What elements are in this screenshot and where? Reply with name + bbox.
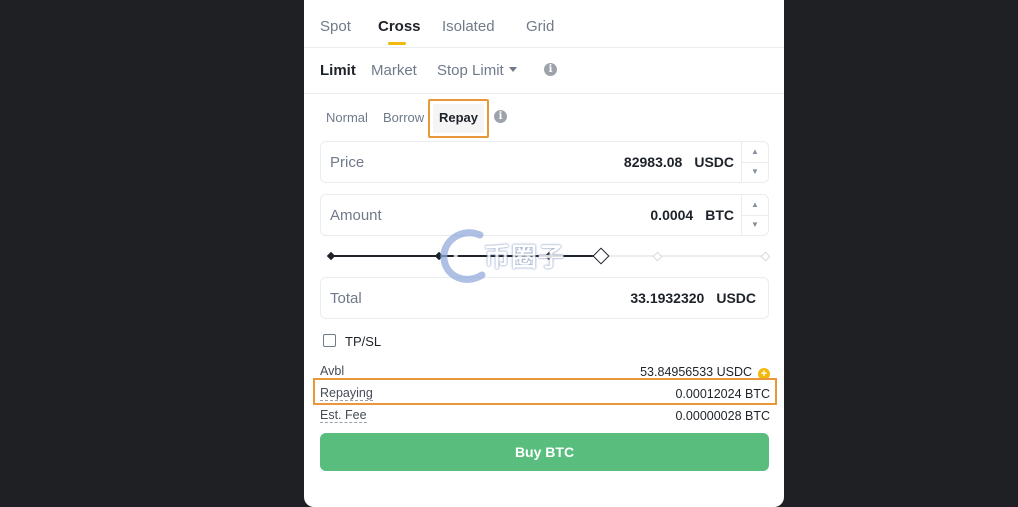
margin-tabs: Spot Cross Isolated Grid bbox=[304, 0, 784, 48]
tab-spot[interactable]: Spot bbox=[320, 18, 351, 35]
amount-stepper: ▲ ▼ bbox=[741, 195, 768, 235]
est-fee-value: 0.00000028 BTC bbox=[675, 409, 770, 423]
price-stepper: ▲ ▼ bbox=[741, 142, 768, 182]
info-icon[interactable]: i bbox=[544, 63, 557, 76]
amount-value[interactable]: 0.0004 bbox=[650, 207, 693, 223]
order-type-limit[interactable]: Limit bbox=[320, 62, 356, 79]
slider-step-100[interactable] bbox=[760, 251, 771, 262]
total-value[interactable]: 33.1932320 bbox=[630, 290, 704, 306]
avbl-label: Avbl bbox=[320, 364, 345, 379]
repaying-row: Repaying 0.00012024 BTC bbox=[320, 385, 770, 403]
mode-normal[interactable]: Normal bbox=[326, 110, 368, 125]
repay-highlight-box bbox=[428, 99, 489, 138]
repaying-label: Repaying bbox=[320, 386, 373, 401]
est-fee-label: Est. Fee bbox=[320, 408, 367, 423]
buy-button[interactable]: Buy BTC bbox=[320, 433, 769, 471]
repaying-value: 0.00012024 BTC bbox=[675, 387, 770, 401]
watermark-logo: 币圈子 bbox=[436, 225, 586, 287]
tab-grid[interactable]: Grid bbox=[526, 18, 554, 35]
price-unit: USDC bbox=[694, 154, 734, 170]
price-value-group: 82983.08 USDC bbox=[624, 154, 734, 170]
tpsl-label: TP/SL bbox=[345, 334, 382, 349]
slider-step-75[interactable] bbox=[652, 251, 663, 262]
trade-panel: Spot Cross Isolated Grid Limit Market St… bbox=[304, 0, 784, 507]
active-tab-indicator bbox=[388, 42, 406, 45]
watermark-text: 币圈子 bbox=[484, 242, 566, 272]
amount-decrement-icon[interactable]: ▼ bbox=[742, 215, 768, 235]
amount-value-group: 0.0004 BTC bbox=[650, 207, 734, 223]
slider-thumb[interactable] bbox=[592, 247, 610, 265]
avbl-value: 53.84956533 USDC bbox=[640, 365, 752, 379]
price-decrement-icon[interactable]: ▼ bbox=[742, 162, 768, 182]
total-value-group: 33.1932320 USDC bbox=[630, 290, 756, 306]
est-fee-row: Est. Fee 0.00000028 BTC bbox=[320, 407, 770, 425]
order-type-tabs: Limit Market Stop Limit i bbox=[304, 47, 784, 94]
caret-down-icon bbox=[508, 67, 517, 72]
order-type-stop-limit[interactable]: Stop Limit bbox=[437, 62, 517, 79]
amount-unit: BTC bbox=[705, 207, 734, 223]
price-field[interactable]: Price 82983.08 USDC ▲ ▼ bbox=[320, 141, 769, 183]
order-type-market[interactable]: Market bbox=[371, 62, 417, 79]
mode-borrow[interactable]: Borrow bbox=[383, 110, 424, 125]
price-increment-icon[interactable]: ▲ bbox=[742, 142, 768, 163]
tab-isolated[interactable]: Isolated bbox=[442, 18, 495, 35]
amount-increment-icon[interactable]: ▲ bbox=[742, 195, 768, 216]
mode-info-icon[interactable]: i bbox=[494, 110, 507, 123]
tpsl-checkbox[interactable] bbox=[323, 334, 336, 347]
price-value[interactable]: 82983.08 bbox=[624, 154, 682, 170]
slider-step-0[interactable] bbox=[326, 251, 336, 261]
total-unit: USDC bbox=[716, 290, 756, 306]
amount-label: Amount bbox=[330, 207, 382, 224]
price-label: Price bbox=[330, 154, 365, 171]
total-label: Total bbox=[330, 290, 362, 307]
stop-limit-label: Stop Limit bbox=[437, 62, 504, 79]
tab-cross[interactable]: Cross bbox=[378, 18, 421, 35]
